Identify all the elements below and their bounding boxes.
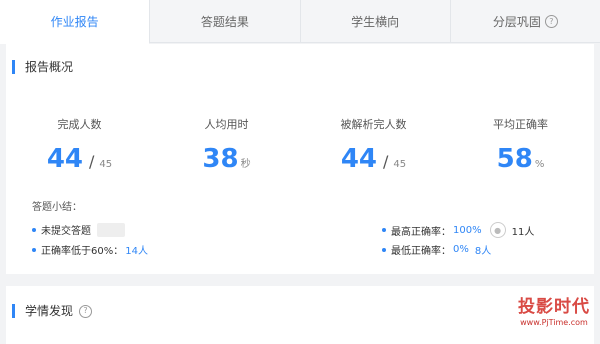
stat-number: 44 — [46, 144, 84, 174]
question-circle-icon[interactable]: ? — [544, 14, 558, 28]
blurred-names — [97, 222, 125, 237]
question-circle-icon[interactable]: ? — [79, 304, 93, 318]
tab-layered-consolidation[interactable]: 分层巩固 ? — [451, 0, 600, 42]
stat-avg-accuracy: 平均正确率 58% — [447, 116, 594, 174]
stat-separator: / — [89, 152, 95, 171]
bullet-dot — [32, 247, 36, 252]
stat-value: 44 / 45 — [300, 144, 447, 174]
watermark-url: www.PjTime.com — [520, 318, 588, 327]
stat-unit: 秒 — [240, 159, 251, 170]
tab-label: 答题结果 — [200, 14, 249, 29]
stat-value: 58% — [447, 144, 594, 174]
tab-label: 分层巩固 — [492, 14, 541, 29]
stat-analyzed: 被解析完人数 44 / 45 — [300, 116, 447, 174]
report-overview-card: 报告概况 完成人数 44 / 45 人均用时 38 秒 被解析完人数 44 / 45 平均… — [6, 44, 594, 274]
line-label: 未提交答题 — [41, 226, 91, 237]
stat-completed: 完成人数 44 / 45 — [6, 116, 153, 174]
bullet-dot — [382, 247, 386, 252]
stat-total: 45 — [99, 159, 113, 170]
line-label: 正确率低于60%： — [41, 246, 124, 257]
summary-title: 答题小结： — [32, 202, 82, 213]
stats-row: 完成人数 44 / 45 人均用时 38 秒 被解析完人数 44 / 45 平均正确率 5… — [6, 116, 594, 174]
summary-line-unsubmitted[interactable]: 未提交答题 — [32, 222, 125, 237]
tab-answer-results[interactable]: 答题结果 — [150, 0, 301, 42]
stat-total: 45 — [393, 159, 407, 170]
stat-unit: % — [534, 159, 545, 170]
section-title: 报告概况 — [12, 60, 73, 74]
tab-bar: 作业报告 答题结果 学生横向 分层巩固 ? — [0, 0, 600, 44]
line-value: 100% — [453, 224, 482, 236]
stat-label: 被解析完人数 — [340, 118, 407, 131]
line-value: 0% — [453, 244, 469, 255]
stat-value: 38 秒 — [153, 144, 300, 174]
tab-homework-report[interactable]: 作业报告 — [0, 0, 151, 44]
stat-value: 44 / 45 — [6, 144, 153, 174]
stat-separator: / — [383, 152, 389, 171]
tab-label: 作业报告 — [50, 15, 99, 29]
stat-label: 平均正确率 — [493, 118, 548, 131]
insights-title-text: 学情发现 — [25, 304, 74, 318]
summary-line-highest[interactable]: 最高正确率： 100% ● 11人 — [382, 222, 534, 238]
stat-number: 44 — [340, 144, 378, 174]
line-label: 最低正确率： — [391, 246, 451, 257]
tab-label: 学生横向 — [351, 14, 400, 29]
insights-card: 学情发现 ? — [6, 286, 594, 344]
bullet-dot — [32, 227, 36, 232]
summary-line-lowest[interactable]: 最低正确率： 0% 8人 — [382, 242, 491, 257]
stat-label: 完成人数 — [57, 118, 102, 131]
watermark-logo: 投影时代 www.PjTime.com — [518, 292, 590, 327]
line-extra: 8人 — [474, 246, 492, 257]
stat-number: 38 — [202, 144, 239, 174]
tab-student-horizontal[interactable]: 学生横向 — [301, 0, 451, 42]
watermark-text: 投影时代 — [518, 297, 590, 317]
line-label: 最高正确率： — [391, 226, 451, 238]
bullet-dot — [382, 228, 386, 232]
stat-label: 人均用时 — [204, 118, 249, 131]
avatar-icon: ● — [489, 222, 506, 238]
stat-avg-time: 人均用时 38 秒 — [153, 116, 300, 174]
stat-number: 58 — [496, 144, 533, 174]
line-value: 14人 — [125, 246, 148, 257]
insights-title: 学情发现 ? — [12, 304, 93, 318]
line-extra: 11人 — [511, 226, 535, 238]
summary-line-below-60[interactable]: 正确率低于60%： 14人 — [32, 242, 148, 257]
